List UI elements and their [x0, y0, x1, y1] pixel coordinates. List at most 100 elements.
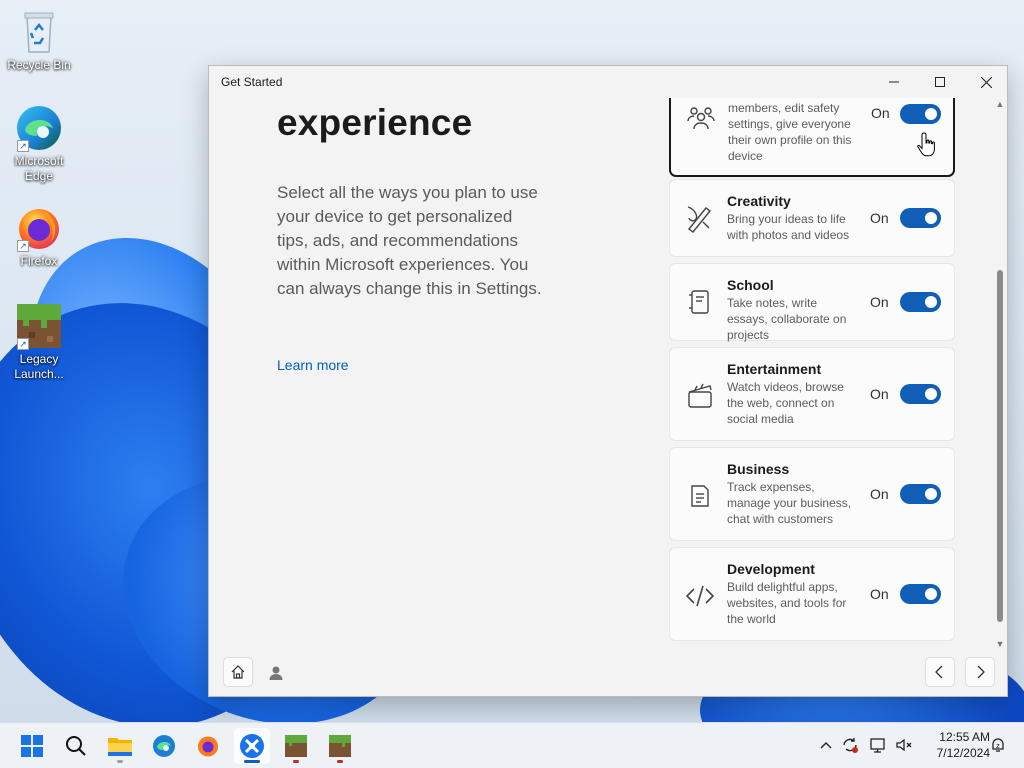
shortcut-arrow-icon: ↗	[17, 240, 29, 252]
window-title: Get Started	[221, 75, 283, 89]
account-icon[interactable]	[267, 664, 285, 682]
card-title: Development	[727, 561, 815, 577]
experience-list: members, edit safety settings, give ever…	[667, 98, 957, 676]
card-title: Entertainment	[727, 361, 822, 377]
desktop-icon-label: Microsoft Edge	[14, 154, 64, 183]
experience-card-entertainment[interactable]: Entertainment Watch videos, browse the w…	[669, 347, 955, 441]
get-started-window: Get Started experience Select all the wa…	[208, 65, 1008, 697]
taskbar-file-explorer[interactable]	[102, 728, 138, 764]
minecraft-icon	[285, 735, 307, 757]
development-toggle[interactable]	[900, 584, 941, 604]
minecraft-icon	[329, 735, 351, 757]
minimize-button[interactable]	[871, 66, 917, 98]
entertainment-toggle[interactable]	[900, 384, 941, 404]
network-icon[interactable]	[868, 735, 888, 755]
running-indicator	[337, 760, 343, 763]
home-button[interactable]	[223, 657, 253, 687]
volume-muted-icon[interactable]	[894, 735, 914, 755]
clock-date: 7/12/2024	[936, 746, 990, 760]
back-button[interactable]	[925, 657, 955, 687]
toggle-state-label: On	[870, 586, 889, 602]
experience-card-creativity[interactable]: Creativity Bring your ideas to life with…	[669, 179, 955, 257]
page-description: Select all the ways you plan to use your…	[277, 183, 542, 298]
desktop-icon-recycle-bin[interactable]: Recycle Bin	[3, 8, 75, 73]
taskbar-edge[interactable]	[146, 728, 182, 764]
search-icon	[66, 736, 86, 756]
desktop-icon-label: Recycle Bin	[7, 58, 71, 72]
learn-more-link[interactable]: Learn more	[277, 357, 349, 373]
start-icon	[21, 735, 43, 757]
document-icon	[684, 480, 716, 512]
family-toggle[interactable]	[900, 104, 941, 124]
taskbar-minecraft-1[interactable]	[278, 728, 314, 764]
home-icon	[231, 665, 245, 679]
creativity-toggle[interactable]	[900, 208, 941, 228]
minimize-icon	[889, 81, 899, 83]
title-bar[interactable]: Get Started	[209, 66, 1007, 98]
hand-cursor-icon	[917, 131, 939, 159]
taskbar-clock[interactable]: 12:55 AM 7/12/2024	[918, 729, 990, 761]
minecraft-icon: ↗	[15, 302, 63, 350]
file-explorer-icon	[108, 738, 132, 756]
notebook-icon	[684, 286, 716, 318]
next-button[interactable]	[965, 657, 995, 687]
school-toggle[interactable]	[900, 292, 941, 312]
recycle-bin-icon	[15, 8, 63, 56]
toggle-state-label: On	[870, 294, 889, 310]
page-heading: experience	[277, 102, 473, 143]
card-description: Bring your ideas to life with photos and…	[727, 212, 850, 242]
toggle-state-label: On	[871, 105, 890, 121]
scrollbar[interactable]: ▲ ▼	[994, 98, 1006, 650]
creativity-icon	[684, 202, 716, 234]
toggle-state-label: On	[870, 486, 889, 502]
card-description: Watch videos, browse the web, connect on…	[727, 380, 844, 426]
desktop-icon-label: Legacy Launch...	[14, 352, 64, 381]
active-indicator	[244, 760, 260, 763]
chevron-left-icon	[935, 665, 943, 679]
experience-card-development[interactable]: Development Build delightful apps, websi…	[669, 547, 955, 641]
experience-card-family[interactable]: members, edit safety settings, give ever…	[669, 98, 955, 177]
experience-card-business[interactable]: Business Track expenses, manage your bus…	[669, 447, 955, 541]
toggle-state-label: On	[870, 386, 889, 402]
scroll-down-arrow-icon[interactable]: ▼	[994, 638, 1006, 650]
taskbar-firefox[interactable]	[190, 728, 226, 764]
get-started-icon	[240, 734, 264, 758]
running-indicator	[117, 760, 123, 763]
scroll-up-arrow-icon[interactable]: ▲	[994, 98, 1006, 110]
clapperboard-icon	[684, 380, 716, 412]
shortcut-arrow-icon: ↗	[17, 140, 29, 152]
family-icon	[685, 101, 717, 133]
edge-icon	[153, 735, 175, 757]
business-toggle[interactable]	[900, 484, 941, 504]
close-button[interactable]	[963, 66, 1007, 98]
card-title: Creativity	[727, 193, 791, 209]
desktop-icon-firefox[interactable]: ↗ Firefox	[3, 204, 75, 269]
clock-time: 12:55 AM	[939, 730, 990, 744]
taskbar-minecraft-2[interactable]	[322, 728, 358, 764]
desktop-icon-label: Firefox	[20, 254, 58, 268]
edge-icon: ↗	[15, 104, 63, 152]
card-description: Build delightful apps, websites, and too…	[727, 580, 847, 626]
code-icon	[684, 580, 716, 612]
maximize-icon	[935, 77, 945, 87]
start-button[interactable]	[14, 728, 50, 764]
desktop-icon-legacy-launcher[interactable]: ↗ Legacy Launch...	[3, 302, 75, 382]
taskbar-get-started[interactable]	[234, 728, 270, 764]
svg-text:z: z	[996, 742, 1000, 750]
notification-icon[interactable]: z	[988, 735, 1008, 755]
card-description: members, edit safety settings, give ever…	[728, 101, 852, 163]
shortcut-arrow-icon: ↗	[17, 338, 29, 350]
card-description: Track expenses, manage your business, ch…	[727, 480, 852, 526]
card-description: Take notes, write essays, collaborate on…	[727, 296, 847, 342]
chevron-up-icon[interactable]	[816, 735, 836, 755]
desktop-icon-edge[interactable]: ↗ Microsoft Edge	[3, 104, 75, 184]
scrollbar-thumb[interactable]	[997, 270, 1003, 622]
firefox-icon: ↗	[15, 204, 63, 252]
sync-icon[interactable]	[840, 735, 860, 755]
chevron-right-icon	[977, 665, 985, 679]
firefox-icon	[198, 736, 218, 757]
maximize-button[interactable]	[917, 66, 963, 98]
toggle-state-label: On	[870, 210, 889, 226]
search-button[interactable]	[58, 728, 94, 764]
experience-card-school[interactable]: School Take notes, write essays, collabo…	[669, 263, 955, 342]
